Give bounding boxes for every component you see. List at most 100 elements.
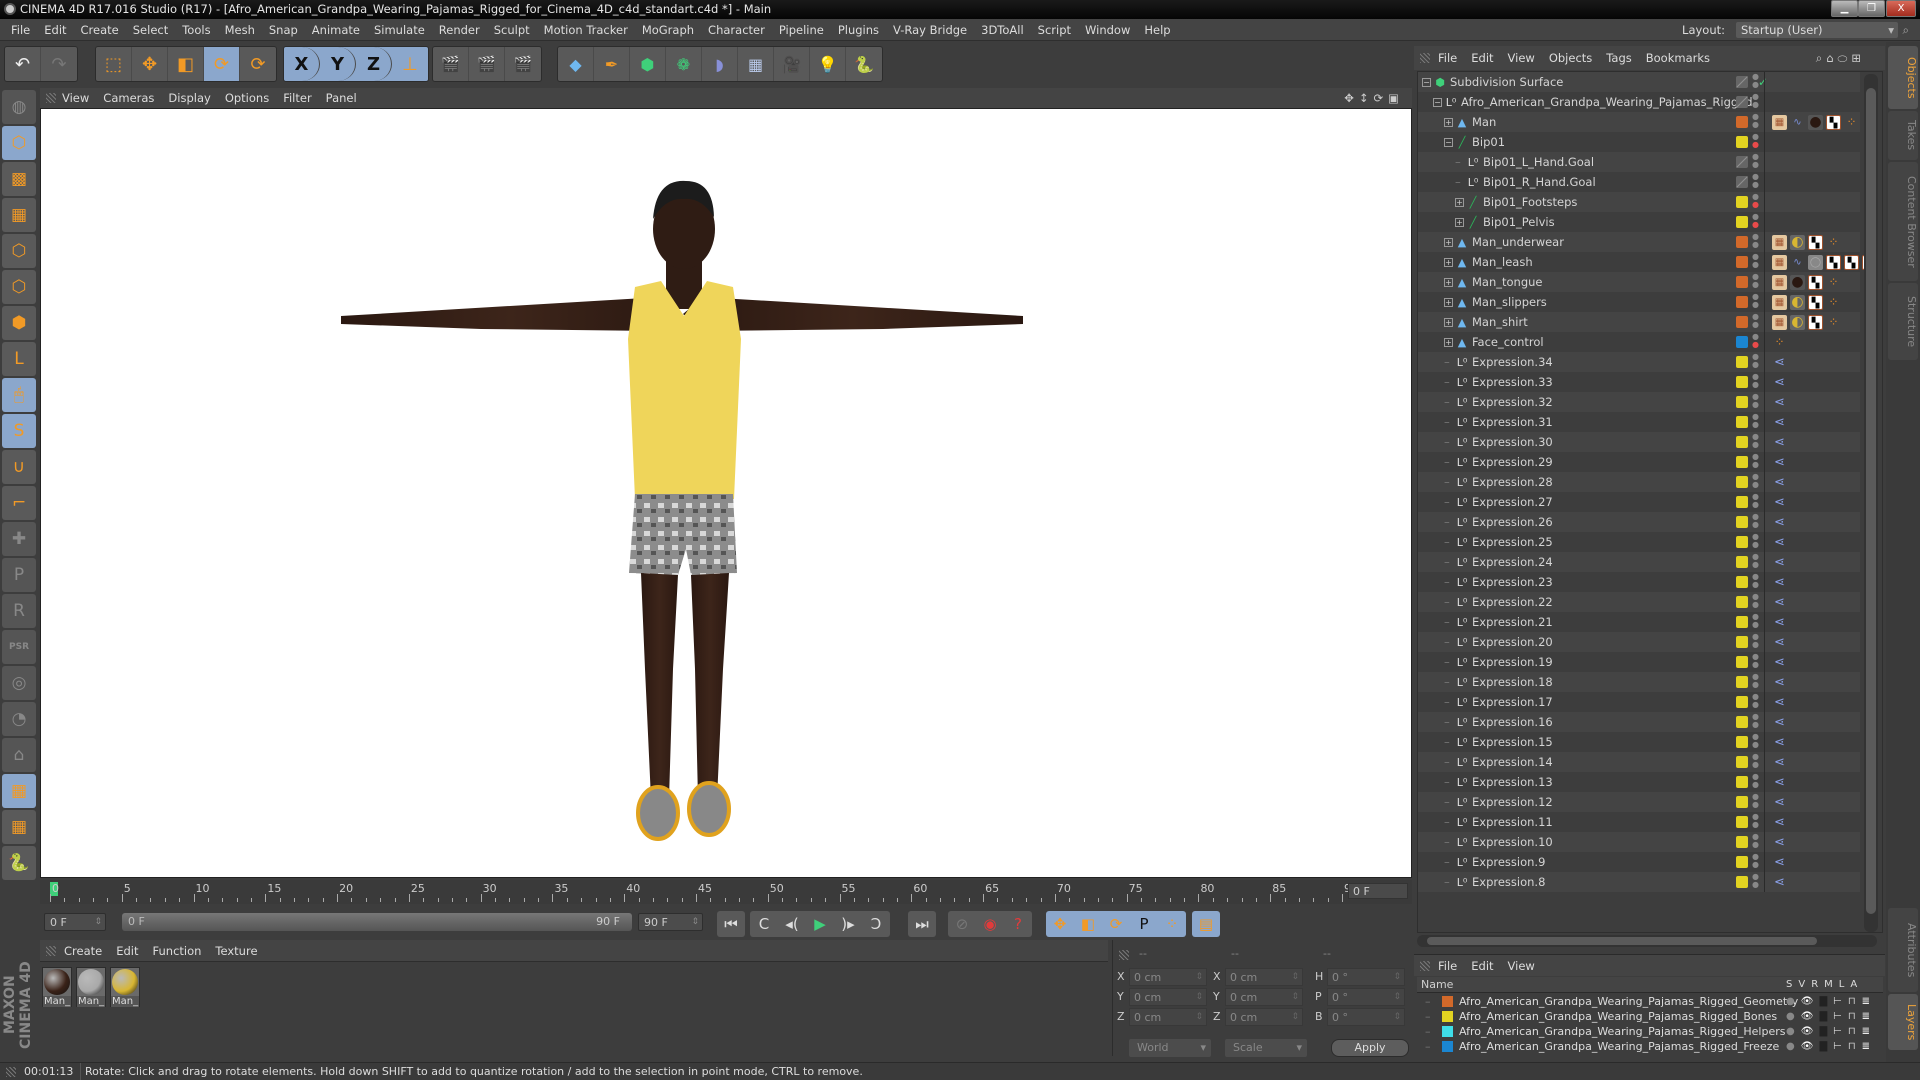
pose-morph-tag-icon[interactable]: ⁘: [1826, 235, 1841, 250]
layer-color-swatch[interactable]: [1736, 216, 1748, 228]
visible-toggle-icon[interactable]: 👁: [1801, 1009, 1814, 1024]
lock-workplane-button[interactable]: ▦: [2, 774, 36, 808]
layer-color-swatch[interactable]: [1736, 596, 1748, 608]
object-row[interactable]: − ╱ Bip01 ● ●: [1418, 132, 1860, 152]
visibility-dots[interactable]: ● ●: [1752, 93, 1759, 109]
object-row[interactable]: − ⬢ Subdivision Surface ● ● ✓: [1418, 72, 1860, 92]
key-pla-button[interactable]: ◔: [2, 702, 36, 736]
layer-color-swatch[interactable]: [1736, 176, 1748, 188]
object-name[interactable]: Man_slippers: [1472, 295, 1547, 309]
expand-toggle-icon[interactable]: +: [1444, 278, 1453, 287]
visibility-dots[interactable]: ● ●: [1752, 613, 1759, 629]
deformer-icon[interactable]: ◗: [702, 47, 738, 81]
object-row[interactable]: – L⁰ Bip01_L_Hand.Goal ● ●: [1418, 152, 1860, 172]
visibility-dots[interactable]: ● ●: [1752, 593, 1759, 609]
object-name[interactable]: Expression.19: [1472, 655, 1553, 669]
solo-mode-button[interactable]: S: [2, 414, 36, 448]
xpresso-tag-icon[interactable]: ⋖: [1772, 595, 1787, 610]
object-name[interactable]: Expression.31: [1472, 415, 1553, 429]
object-name[interactable]: Afro_American_Grandpa_Wearing_Pajamas_Ri…: [1461, 95, 1753, 109]
visibility-dots[interactable]: ● ●: [1752, 853, 1759, 869]
visible-toggle-icon[interactable]: 👁: [1801, 1039, 1814, 1054]
expand-toggle-icon[interactable]: +: [1444, 258, 1453, 267]
menu-create[interactable]: Create: [81, 23, 119, 37]
layer-color-swatch[interactable]: [1442, 1041, 1453, 1052]
animation-toggle-icon[interactable]: ≣: [1862, 1039, 1870, 1054]
object-name[interactable]: Expression.22: [1472, 595, 1553, 609]
object-menu-objects[interactable]: Objects: [1549, 51, 1592, 65]
xpresso-tag-icon[interactable]: ⋖: [1772, 535, 1787, 550]
current-frame-field[interactable]: 0 F: [1348, 883, 1408, 899]
object-row[interactable]: – L⁰ Expression.19 ● ● ⋖: [1418, 652, 1860, 672]
visibility-dots[interactable]: ● ●: [1752, 153, 1759, 169]
layer-color-swatch[interactable]: [1736, 556, 1748, 568]
visibility-dots[interactable]: ● ●: [1752, 573, 1759, 589]
object-name[interactable]: Expression.8: [1472, 875, 1545, 889]
menu-3dtoall[interactable]: 3DToAll: [981, 23, 1024, 37]
object-name[interactable]: Man_underwear: [1472, 235, 1564, 249]
object-row[interactable]: – L⁰ Expression.10 ● ● ⋖: [1418, 832, 1860, 852]
visibility-dots[interactable]: ● ●: [1752, 453, 1759, 469]
object-row[interactable]: – L⁰ Expression.24 ● ● ⋖: [1418, 552, 1860, 572]
layer-color-swatch[interactable]: [1736, 136, 1748, 148]
play-button[interactable]: ▶: [806, 911, 834, 937]
close-button[interactable]: X: [1886, 0, 1916, 17]
expand-toggle-icon[interactable]: +: [1455, 218, 1464, 227]
col-solo[interactable]: S: [1786, 977, 1792, 993]
object-row[interactable]: – L⁰ Expression.28 ● ● ⋖: [1418, 472, 1860, 492]
layer-color-swatch[interactable]: [1736, 476, 1748, 488]
layer-color-swatch[interactable]: [1736, 796, 1748, 808]
scroll-thumb[interactable]: [1427, 937, 1817, 945]
position-z-field[interactable]: 0 cm: [1129, 1008, 1207, 1026]
xpresso-tag-icon[interactable]: ⋖: [1772, 615, 1787, 630]
autokey-disabled-button[interactable]: ⊘: [948, 911, 976, 937]
weight-tag-icon[interactable]: ▦: [1772, 114, 1787, 130]
world-coordinates-button[interactable]: ⊥: [392, 47, 428, 81]
pose-morph-tag-icon[interactable]: ⁘: [1772, 335, 1787, 350]
menu-window[interactable]: Window: [1085, 23, 1130, 37]
minimize-button[interactable]: ▁: [1831, 0, 1858, 17]
render-view-button[interactable]: 🎬: [433, 47, 469, 81]
live-selection-tool-button[interactable]: ⬚: [96, 47, 132, 81]
layer-color-swatch[interactable]: [1736, 356, 1748, 368]
col-animation[interactable]: A: [1850, 977, 1857, 993]
object-name[interactable]: Expression.33: [1472, 375, 1553, 389]
prev-frame-button[interactable]: ◂(: [778, 911, 806, 937]
frame-range-slider[interactable]: 0 F 90 F: [122, 913, 632, 931]
layer-color-swatch[interactable]: [1736, 756, 1748, 768]
object-row[interactable]: – L⁰ Expression.25 ● ● ⋖: [1418, 532, 1860, 552]
layer-color-swatch[interactable]: [1736, 496, 1748, 508]
lock-toggle-icon[interactable]: ⊓: [1848, 1009, 1856, 1024]
layer-color-swatch[interactable]: [1736, 156, 1748, 168]
restore-button[interactable]: ❐: [1858, 0, 1885, 17]
vertical-scrollbar[interactable]: [1864, 74, 1878, 932]
object-row[interactable]: – L⁰ Expression.20 ● ● ⋖: [1418, 632, 1860, 652]
object-name[interactable]: Expression.23: [1472, 575, 1553, 589]
ik-tag-icon[interactable]: ∿: [1790, 115, 1805, 130]
layer-name[interactable]: Afro_American_Grandpa_Wearing_Pajamas_Ri…: [1459, 1024, 1785, 1039]
undo-button[interactable]: ↶: [5, 47, 41, 81]
layer-color-swatch[interactable]: [1736, 336, 1748, 348]
workplane-button[interactable]: ⌐: [2, 486, 36, 520]
col-lock[interactable]: L: [1839, 977, 1845, 993]
xpresso-tag-icon[interactable]: ⋖: [1772, 355, 1787, 370]
layer-color-swatch[interactable]: [1736, 656, 1748, 668]
scale-tool-button[interactable]: ◧: [168, 47, 204, 81]
object-row[interactable]: + ▲ Man ● ● ▦ ∿ ● ▚ ⁘: [1418, 112, 1860, 132]
object-name[interactable]: Expression.32: [1472, 395, 1553, 409]
expand-toggle-icon[interactable]: −: [1444, 138, 1453, 147]
tab-content-browser[interactable]: Content Browser: [1888, 162, 1918, 281]
object-row[interactable]: – L⁰ Expression.30 ● ● ⋖: [1418, 432, 1860, 452]
xpresso-tag-icon[interactable]: ⋖: [1772, 835, 1787, 850]
uvw-tag-icon[interactable]: ▚: [1808, 234, 1823, 250]
size-z-field[interactable]: 0 cm: [1225, 1008, 1303, 1026]
render-toggle-icon[interactable]: ▇: [1819, 1009, 1827, 1024]
layer-color-swatch[interactable]: [1736, 456, 1748, 468]
viewport-menu-view[interactable]: View: [62, 91, 89, 105]
object-row[interactable]: – L⁰ Expression.34 ● ● ⋖: [1418, 352, 1860, 372]
object-row[interactable]: – L⁰ Expression.17 ● ● ⋖: [1418, 692, 1860, 712]
object-row[interactable]: − L⁰ Afro_American_Grandpa_Wearing_Pajamas…: [1418, 92, 1860, 112]
object-row[interactable]: – L⁰ Expression.16 ● ● ⋖: [1418, 712, 1860, 732]
object-row[interactable]: + ▲ Man_slippers ● ● ▦ ◐ ▚ ⁘: [1418, 292, 1860, 312]
visibility-dots[interactable]: ● ●: [1752, 353, 1759, 369]
